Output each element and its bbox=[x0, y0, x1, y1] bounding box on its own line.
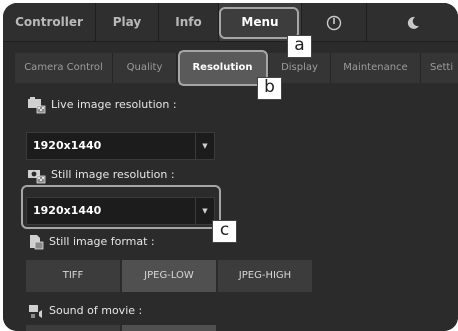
subtab-quality[interactable]: Quality bbox=[113, 53, 177, 83]
highlight-resolution-tab bbox=[178, 50, 268, 86]
sound-off-button[interactable] bbox=[26, 325, 120, 331]
callout-b: b bbox=[257, 77, 282, 100]
subtab-settings[interactable]: Setti bbox=[421, 53, 458, 83]
live-resolution-dropdown[interactable]: 1920x1440 ▼ bbox=[26, 132, 215, 160]
callout-c: c bbox=[212, 220, 237, 243]
still-resolution-label-row: Still image resolution : bbox=[27, 166, 175, 184]
format-jpeg-low-button[interactable]: JPEG-LOW bbox=[122, 260, 216, 292]
file-format-icon bbox=[30, 235, 44, 250]
format-tiff-button[interactable]: TIFF bbox=[26, 260, 120, 292]
subtab-camera-control[interactable]: Camera Control bbox=[15, 53, 113, 83]
still-camera-icon bbox=[28, 170, 46, 184]
sound-of-movie-label: Sound of movie : bbox=[49, 304, 143, 317]
live-resolution-value: 1920x1440 bbox=[33, 139, 102, 152]
sound-of-movie-label-row: Sound of movie : bbox=[27, 302, 142, 320]
moon-icon bbox=[407, 16, 419, 29]
live-camera-icon bbox=[28, 97, 46, 114]
subtab-maintenance[interactable]: Maintenance bbox=[331, 53, 421, 83]
tab-info[interactable]: Info bbox=[159, 3, 219, 41]
callout-a: a bbox=[287, 35, 312, 58]
still-format-label: Still image format : bbox=[49, 235, 155, 248]
tab-sleep[interactable] bbox=[367, 3, 458, 41]
movie-sound-icon bbox=[29, 305, 42, 318]
still-format-label-row: Still image format : bbox=[27, 233, 155, 251]
sound-on-button[interactable] bbox=[122, 325, 216, 331]
tab-controller[interactable]: Controller bbox=[3, 3, 96, 41]
highlight-still-resolution-dropdown bbox=[21, 185, 221, 229]
power-icon bbox=[326, 15, 342, 30]
live-resolution-label: Live image resolution : bbox=[51, 98, 177, 111]
chevron-down-icon: ▼ bbox=[195, 133, 214, 159]
still-resolution-label: Still image resolution : bbox=[51, 168, 175, 181]
tab-play[interactable]: Play bbox=[96, 3, 159, 41]
live-resolution-label-row: Live image resolution : bbox=[27, 96, 177, 114]
format-jpeg-high-button[interactable]: JPEG-HIGH bbox=[218, 260, 312, 292]
